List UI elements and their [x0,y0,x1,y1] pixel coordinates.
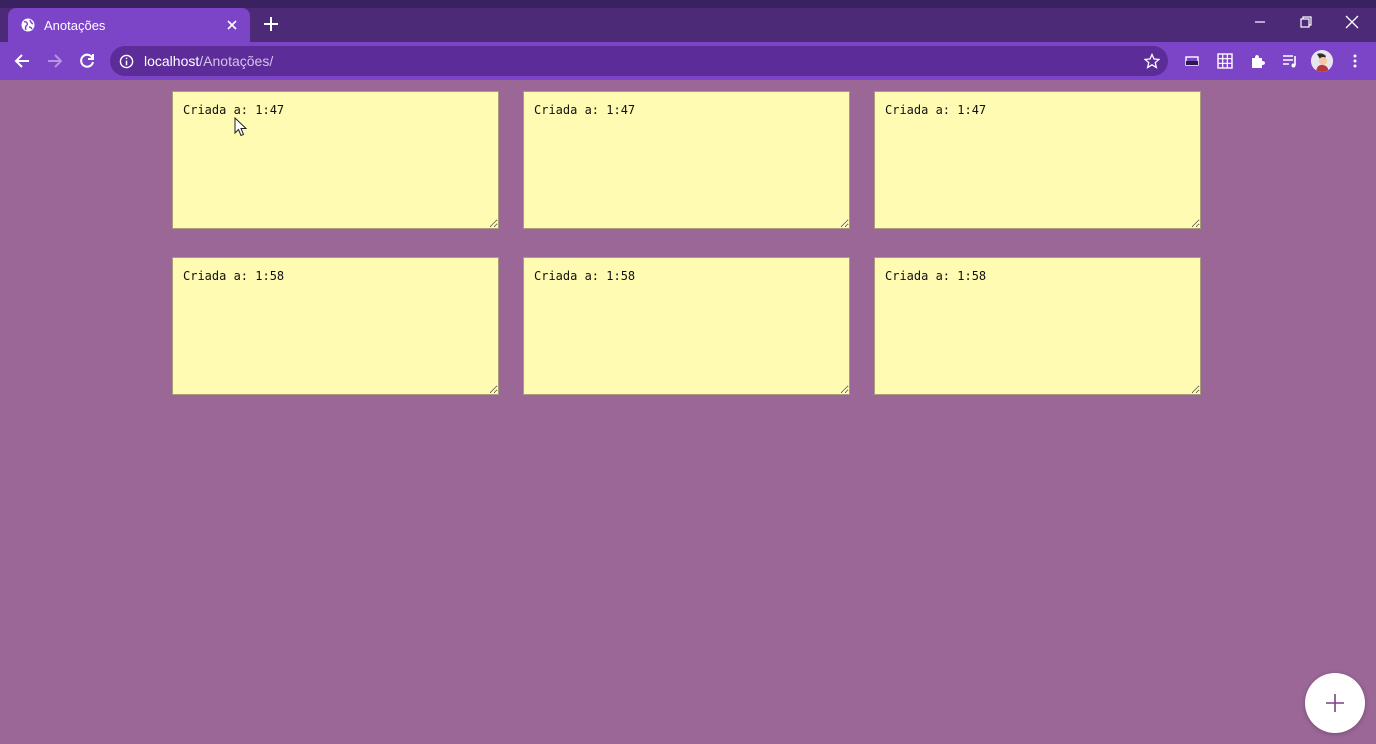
close-window-icon[interactable] [1342,12,1362,32]
star-icon[interactable] [1144,53,1160,69]
note-textarea[interactable]: Criada a: 1:47 [523,91,850,229]
restore-icon[interactable] [1296,12,1316,32]
add-note-button[interactable] [1305,673,1365,733]
minimize-icon[interactable] [1250,12,1270,32]
tab-strip-top [0,0,1376,8]
url-host: localhost [144,53,200,69]
browser-tab[interactable]: Anotações [8,8,250,42]
avatar-image [1311,50,1333,72]
avatar[interactable] [1311,50,1333,72]
tab-title: Anotações [44,18,106,33]
reload-icon[interactable] [77,51,97,71]
url-text: localhost/Anotações/ [144,53,273,69]
note-textarea[interactable]: Criada a: 1:47 [874,91,1201,229]
puzzle-icon[interactable] [1249,52,1267,70]
grid-icon[interactable] [1216,52,1234,70]
url-path: /Anotações/ [199,53,274,69]
note-textarea[interactable]: Criada a: 1:58 [523,257,850,395]
note-textarea[interactable]: Criada a: 1:47 [172,91,499,229]
forward-icon[interactable] [45,51,65,71]
tab-strip: Anotações [0,0,1376,42]
address-bar[interactable]: localhost/Anotações/ [110,46,1168,76]
plus-icon [1326,694,1344,712]
close-icon[interactable] [224,17,240,33]
plus-icon[interactable] [262,15,280,33]
note-textarea[interactable]: Criada a: 1:58 [172,257,499,395]
info-icon[interactable] [119,54,134,69]
globe-icon [21,18,35,32]
browser-toolbar: localhost/Anotações/ [0,42,1376,80]
media-icon[interactable] [1281,52,1299,70]
menu-icon[interactable] [1346,52,1364,70]
cast-icon[interactable] [1183,52,1201,70]
back-icon[interactable] [12,51,32,71]
note-textarea[interactable]: Criada a: 1:58 [874,257,1201,395]
